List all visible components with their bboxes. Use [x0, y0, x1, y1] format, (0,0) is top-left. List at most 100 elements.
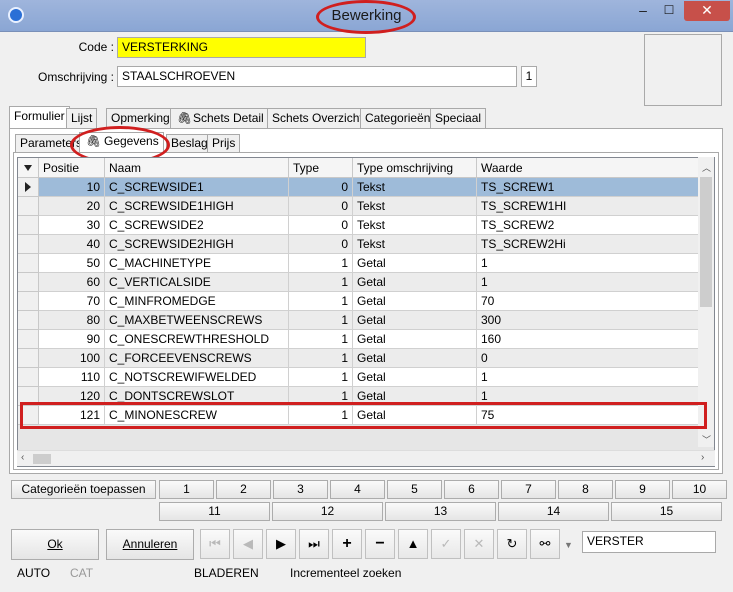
table-row[interactable]: 40 C_SCREWSIDE2HIGH 0 Tekst TS_SCREW2Hi — [18, 235, 699, 254]
table-cell[interactable]: 60 — [39, 273, 105, 292]
category-button[interactable]: 13 — [385, 502, 496, 521]
table-cell[interactable]: 110 — [39, 368, 105, 387]
category-button[interactable]: 12 — [272, 502, 383, 521]
omschrijving-field[interactable]: STAALSCHROEVEN — [117, 66, 517, 87]
scroll-up-icon[interactable]: ︿ — [702, 161, 711, 174]
table-cell[interactable]: 50 — [39, 254, 105, 273]
row-indicator[interactable] — [18, 330, 39, 349]
table-cell[interactable]: 1 — [477, 273, 699, 292]
apply-categories-button[interactable]: Categorieën toepassen — [11, 480, 156, 499]
table-cell[interactable]: 80 — [39, 311, 105, 330]
table-cell[interactable]: 40 — [39, 235, 105, 254]
table-cell[interactable]: 90 — [39, 330, 105, 349]
column-header-naam[interactable]: Naam — [105, 158, 289, 178]
next-record-icon[interactable]: ▶ — [266, 529, 296, 559]
row-indicator[interactable] — [18, 273, 39, 292]
table-cell[interactable]: 0 — [289, 235, 353, 254]
table-cell[interactable]: Tekst — [353, 197, 477, 216]
confirm-icon[interactable]: ✓ — [431, 529, 461, 559]
delete-record-icon[interactable]: − — [365, 529, 395, 559]
edit-record-icon[interactable]: ▲ — [398, 529, 428, 559]
table-cell[interactable]: 20 — [39, 197, 105, 216]
table-cell[interactable]: C_SCREWSIDE1 — [105, 178, 289, 197]
table-row[interactable]: 10 C_SCREWSIDE1 0 Tekst TS_SCREW1 — [18, 178, 699, 197]
table-row[interactable]: 80 C_MAXBETWEENSCREWS 1 Getal 300 — [18, 311, 699, 330]
row-indicator[interactable] — [18, 368, 39, 387]
table-cell[interactable]: 1 — [289, 349, 353, 368]
table-cell[interactable]: 10 — [39, 178, 105, 197]
category-button[interactable]: 10 — [672, 480, 727, 499]
table-cell[interactable]: TS_SCREW2Hi — [477, 235, 699, 254]
category-button[interactable]: 2 — [216, 480, 271, 499]
scroll-down-icon[interactable]: ﹀ — [702, 433, 711, 446]
table-cell[interactable]: C_ONESCREWTHRESHOLD — [105, 330, 289, 349]
table-cell[interactable]: 70 — [39, 292, 105, 311]
subtab-gegevens[interactable]: 🖇 Gegevens — [79, 132, 164, 153]
table-cell[interactable]: C_FORCEEVENSCREWS — [105, 349, 289, 368]
table-cell[interactable]: 0 — [289, 197, 353, 216]
category-button[interactable]: 9 — [615, 480, 670, 499]
category-button[interactable]: 15 — [611, 502, 722, 521]
hscroll-thumb[interactable] — [33, 454, 51, 464]
tab-schets-overzicht[interactable]: Schets Overzicht — [267, 108, 368, 129]
table-cell[interactable]: Getal — [353, 254, 477, 273]
table-cell[interactable]: C_SCREWSIDE2 — [105, 216, 289, 235]
category-button[interactable]: 5 — [387, 480, 442, 499]
table-cell[interactable]: Getal — [353, 368, 477, 387]
row-indicator[interactable] — [18, 254, 39, 273]
refresh-icon[interactable]: ↻ — [497, 529, 527, 559]
table-cell[interactable]: C_MAXBETWEENSCREWS — [105, 311, 289, 330]
table-cell[interactable]: C_SCREWSIDE2HIGH — [105, 235, 289, 254]
cancel-edit-icon[interactable]: ✕ — [464, 529, 494, 559]
tab-formulier[interactable]: Formulier — [9, 106, 70, 129]
last-record-icon[interactable]: ⏭ — [299, 529, 329, 559]
table-row[interactable]: 110 C_NOTSCREWIFWELDED 1 Getal 1 — [18, 368, 699, 387]
add-record-icon[interactable]: + — [332, 529, 362, 559]
row-indicator[interactable] — [18, 292, 39, 311]
first-record-icon[interactable]: ⏮ — [200, 529, 230, 559]
tab-lijst[interactable]: Lijst — [66, 108, 98, 129]
table-row[interactable]: 30 C_SCREWSIDE2 0 Tekst TS_SCREW2 — [18, 216, 699, 235]
table-cell[interactable]: Tekst — [353, 235, 477, 254]
table-cell[interactable]: 0 — [289, 178, 353, 197]
table-cell[interactable]: Tekst — [353, 178, 477, 197]
tab-schets-detail[interactable]: 🖇 Schets Detail — [170, 108, 269, 129]
table-cell[interactable]: 1 — [289, 292, 353, 311]
maximize-button[interactable]: ☐ — [656, 1, 682, 21]
code-field[interactable]: VERSTERKING — [117, 37, 366, 58]
table-cell[interactable]: 100 — [39, 349, 105, 368]
minimize-button[interactable]: – — [630, 1, 656, 21]
table-cell[interactable]: 0 — [477, 349, 699, 368]
table-cell[interactable]: 1 — [289, 368, 353, 387]
table-cell[interactable]: C_NOTSCREWIFWELDED — [105, 368, 289, 387]
table-cell[interactable]: Getal — [353, 292, 477, 311]
table-cell[interactable]: TS_SCREW2 — [477, 216, 699, 235]
table-cell[interactable]: Getal — [353, 330, 477, 349]
category-button[interactable]: 7 — [501, 480, 556, 499]
table-cell[interactable]: Getal — [353, 349, 477, 368]
table-cell[interactable]: 0 — [289, 216, 353, 235]
tab-speciaal[interactable]: Speciaal — [430, 108, 487, 129]
table-row[interactable]: 60 C_VERTICALSIDE 1 Getal 1 — [18, 273, 699, 292]
category-button[interactable]: 11 — [159, 502, 270, 521]
row-indicator[interactable] — [18, 197, 39, 216]
table-cell[interactable]: 1 — [289, 254, 353, 273]
category-button[interactable]: 3 — [273, 480, 328, 499]
category-button[interactable]: 6 — [444, 480, 499, 499]
table-cell[interactable]: C_MINFROMEDGE — [105, 292, 289, 311]
column-header-waarde[interactable]: Waarde — [477, 158, 699, 178]
table-cell[interactable]: C_VERTICALSIDE — [105, 273, 289, 292]
binoculars-icon[interactable]: ⚯ — [530, 529, 560, 559]
scroll-left-icon[interactable]: ‹ — [21, 452, 24, 463]
close-button[interactable]: ✕ — [684, 1, 730, 21]
table-cell[interactable]: 1 — [477, 368, 699, 387]
horizontal-scrollbar[interactable]: ‹ › — [17, 450, 715, 466]
table-cell[interactable]: TS_SCREW1HI — [477, 197, 699, 216]
category-button[interactable]: 14 — [498, 502, 609, 521]
subtab-beslag[interactable]: Beslag — [166, 134, 213, 153]
category-button[interactable]: 8 — [558, 480, 613, 499]
row-indicator[interactable] — [18, 235, 39, 254]
column-header-type[interactable]: Type — [289, 158, 353, 178]
table-cell[interactable]: 1 — [289, 273, 353, 292]
ok-button[interactable]: Ok — [11, 529, 99, 560]
